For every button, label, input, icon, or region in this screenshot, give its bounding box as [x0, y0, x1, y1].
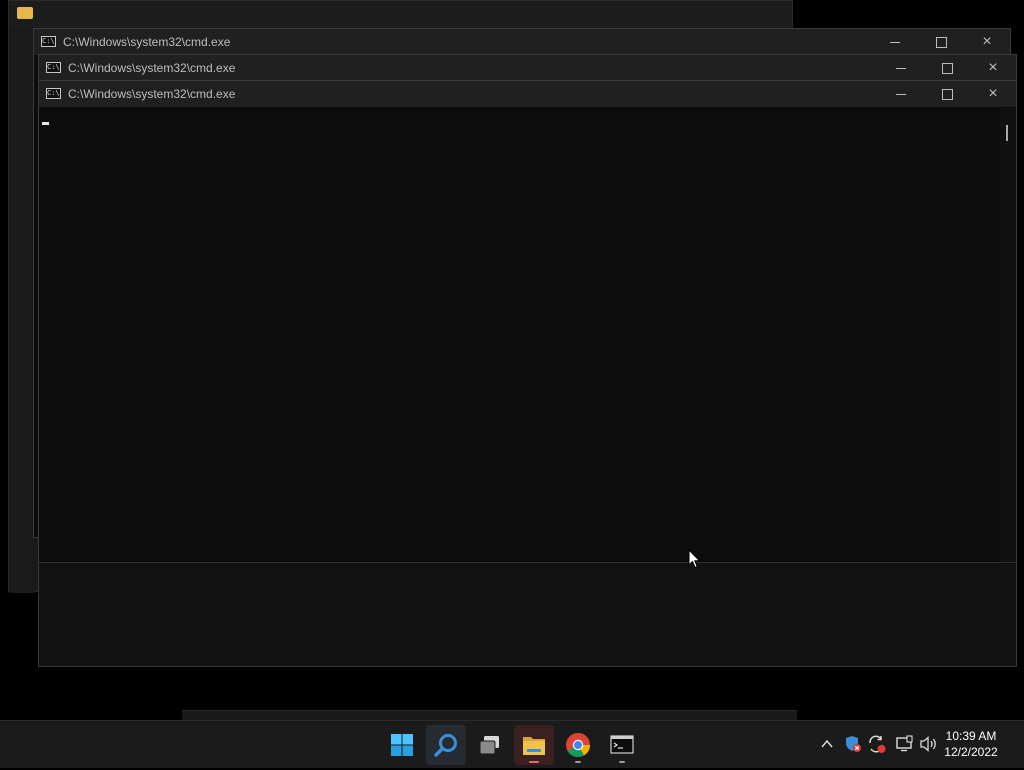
maximize-button[interactable] [924, 81, 970, 107]
minimize-button[interactable] [878, 81, 924, 107]
explorer-titlebar[interactable] [9, 1, 792, 27]
cmd-titlebar[interactable]: C:\_ C:\Windows\system32\cmd.exe × [39, 81, 1016, 107]
window-title: C:\Windows\system32\cmd.exe [68, 61, 236, 75]
cmd-taskbar-button[interactable] [602, 725, 642, 765]
window-title: C:\Windows\system32\cmd.exe [68, 87, 236, 101]
search-button[interactable] [426, 725, 466, 765]
task-view-icon [479, 736, 499, 755]
network-icon[interactable] [895, 735, 913, 753]
folder-icon [523, 737, 545, 755]
console-output-area[interactable] [40, 108, 1000, 561]
cmd-titlebar[interactable]: C:\_ C:\Windows\system32\cmd.exe × [34, 29, 1010, 55]
close-button[interactable]: × [964, 29, 1010, 55]
windows-start-icon [391, 734, 413, 756]
clock-time: 10:39 AM [945, 729, 997, 743]
close-button[interactable]: × [970, 55, 1016, 81]
minimize-button[interactable] [878, 55, 924, 81]
close-button[interactable]: × [970, 81, 1016, 107]
shield-alert-icon[interactable] [844, 735, 862, 753]
sync-alert-icon[interactable] [867, 734, 887, 754]
window-title: C:\Windows\system32\cmd.exe [63, 35, 231, 49]
file-explorer-taskbar-button[interactable] [514, 725, 554, 765]
start-button[interactable] [382, 725, 422, 765]
scrollbar-thumb[interactable] [1006, 125, 1008, 141]
explorer-navigation-pane[interactable] [9, 27, 35, 593]
cmd-window-3[interactable]: C:\_ C:\Windows\system32\cmd.exe × [38, 80, 1017, 667]
chevron-up-icon[interactable] [820, 737, 834, 751]
console-lower-area [39, 562, 1016, 666]
running-indicator [529, 761, 539, 763]
clock-date: 12/2/2022 [944, 745, 998, 759]
text-cursor [42, 122, 49, 125]
task-view-button[interactable] [470, 725, 510, 765]
terminal-icon [610, 735, 634, 754]
cmd-titlebar[interactable]: C:\_ C:\Windows\system32\cmd.exe × [39, 55, 1016, 81]
cmd-icon: C:\_ [41, 36, 56, 47]
running-indicator [575, 761, 581, 763]
mouse-pointer-icon [688, 549, 701, 569]
folder-icon [17, 7, 33, 19]
vertical-scrollbar[interactable] [1000, 108, 1016, 562]
minimize-button[interactable] [872, 29, 918, 55]
chrome-icon [566, 733, 590, 758]
chrome-taskbar-button[interactable] [558, 725, 598, 765]
running-indicator [619, 761, 625, 763]
cmd-icon: C:\_ [46, 62, 61, 73]
maximize-button[interactable] [918, 29, 964, 55]
maximize-button[interactable] [924, 55, 970, 81]
taskbar: 10:39 AM 12/2/2022 [0, 720, 1024, 768]
search-icon [434, 734, 457, 757]
cmd-icon: C:\_ [46, 88, 61, 99]
clock[interactable]: 10:39 AM 12/2/2022 [936, 728, 1006, 760]
